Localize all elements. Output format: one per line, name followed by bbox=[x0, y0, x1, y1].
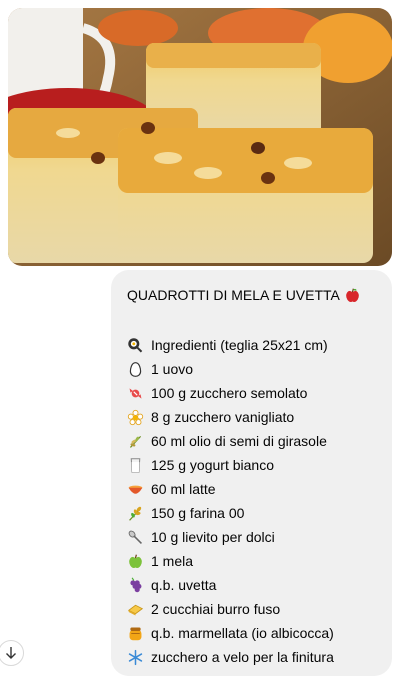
ingredient-line: 8 g zucchero vanigliato bbox=[127, 405, 380, 429]
ingredient-list: Ingredienti (teglia 25x21 cm) 1 uovo 100… bbox=[127, 333, 380, 669]
herb-icon bbox=[127, 433, 149, 450]
message-photo[interactable] bbox=[8, 8, 392, 266]
ingredient-line: 100 g zucchero semolato bbox=[127, 381, 380, 405]
spoon-icon bbox=[127, 529, 149, 546]
grapes-icon bbox=[127, 577, 149, 594]
message-bubble: QUADROTTI DI MELA E UVETTA Ingredienti (… bbox=[111, 270, 392, 676]
scroll-down-button[interactable] bbox=[0, 640, 24, 666]
ingredient-line: 10 g lievito per dolci bbox=[127, 525, 380, 549]
green-apple-icon bbox=[127, 553, 149, 570]
ingredient-line: zucchero a velo per la finitura bbox=[127, 645, 380, 669]
ingredient-line: 60 ml olio di semi di girasole bbox=[127, 429, 380, 453]
candy-icon bbox=[127, 385, 149, 402]
arrow-down-icon bbox=[6, 647, 16, 659]
cake-photo-image bbox=[8, 8, 392, 266]
butter-icon bbox=[127, 601, 149, 618]
glass-of-milk-icon bbox=[127, 457, 149, 474]
bowl-icon bbox=[127, 481, 149, 498]
snowflake-icon bbox=[127, 649, 149, 666]
recipe-title-row: QUADROTTI DI MELA E UVETTA bbox=[127, 285, 380, 305]
ingredient-line: 60 ml latte bbox=[127, 477, 380, 501]
ingredient-line: 1 uovo bbox=[127, 357, 380, 381]
ingredient-line: 1 mela bbox=[127, 549, 380, 573]
ingredient-line: 2 cucchiai burro fuso bbox=[127, 597, 380, 621]
egg-icon bbox=[127, 361, 149, 378]
honey-pot-icon bbox=[127, 625, 149, 642]
ingredient-line: q.b. marmellata (io albicocca) bbox=[127, 621, 380, 645]
ingredient-line: 125 g yogurt bianco bbox=[127, 453, 380, 477]
frying-pan-icon bbox=[127, 337, 149, 354]
flower-icon bbox=[127, 409, 149, 426]
red-apple-icon bbox=[344, 287, 366, 304]
ingredient-line: q.b. uvetta bbox=[127, 573, 380, 597]
ingredient-line: 150 g farina 00 bbox=[127, 501, 380, 525]
ear-of-wheat-icon bbox=[127, 505, 149, 522]
ingredient-line: Ingredienti (teglia 25x21 cm) bbox=[127, 333, 380, 357]
recipe-title: QUADROTTI DI MELA E UVETTA bbox=[127, 287, 340, 303]
